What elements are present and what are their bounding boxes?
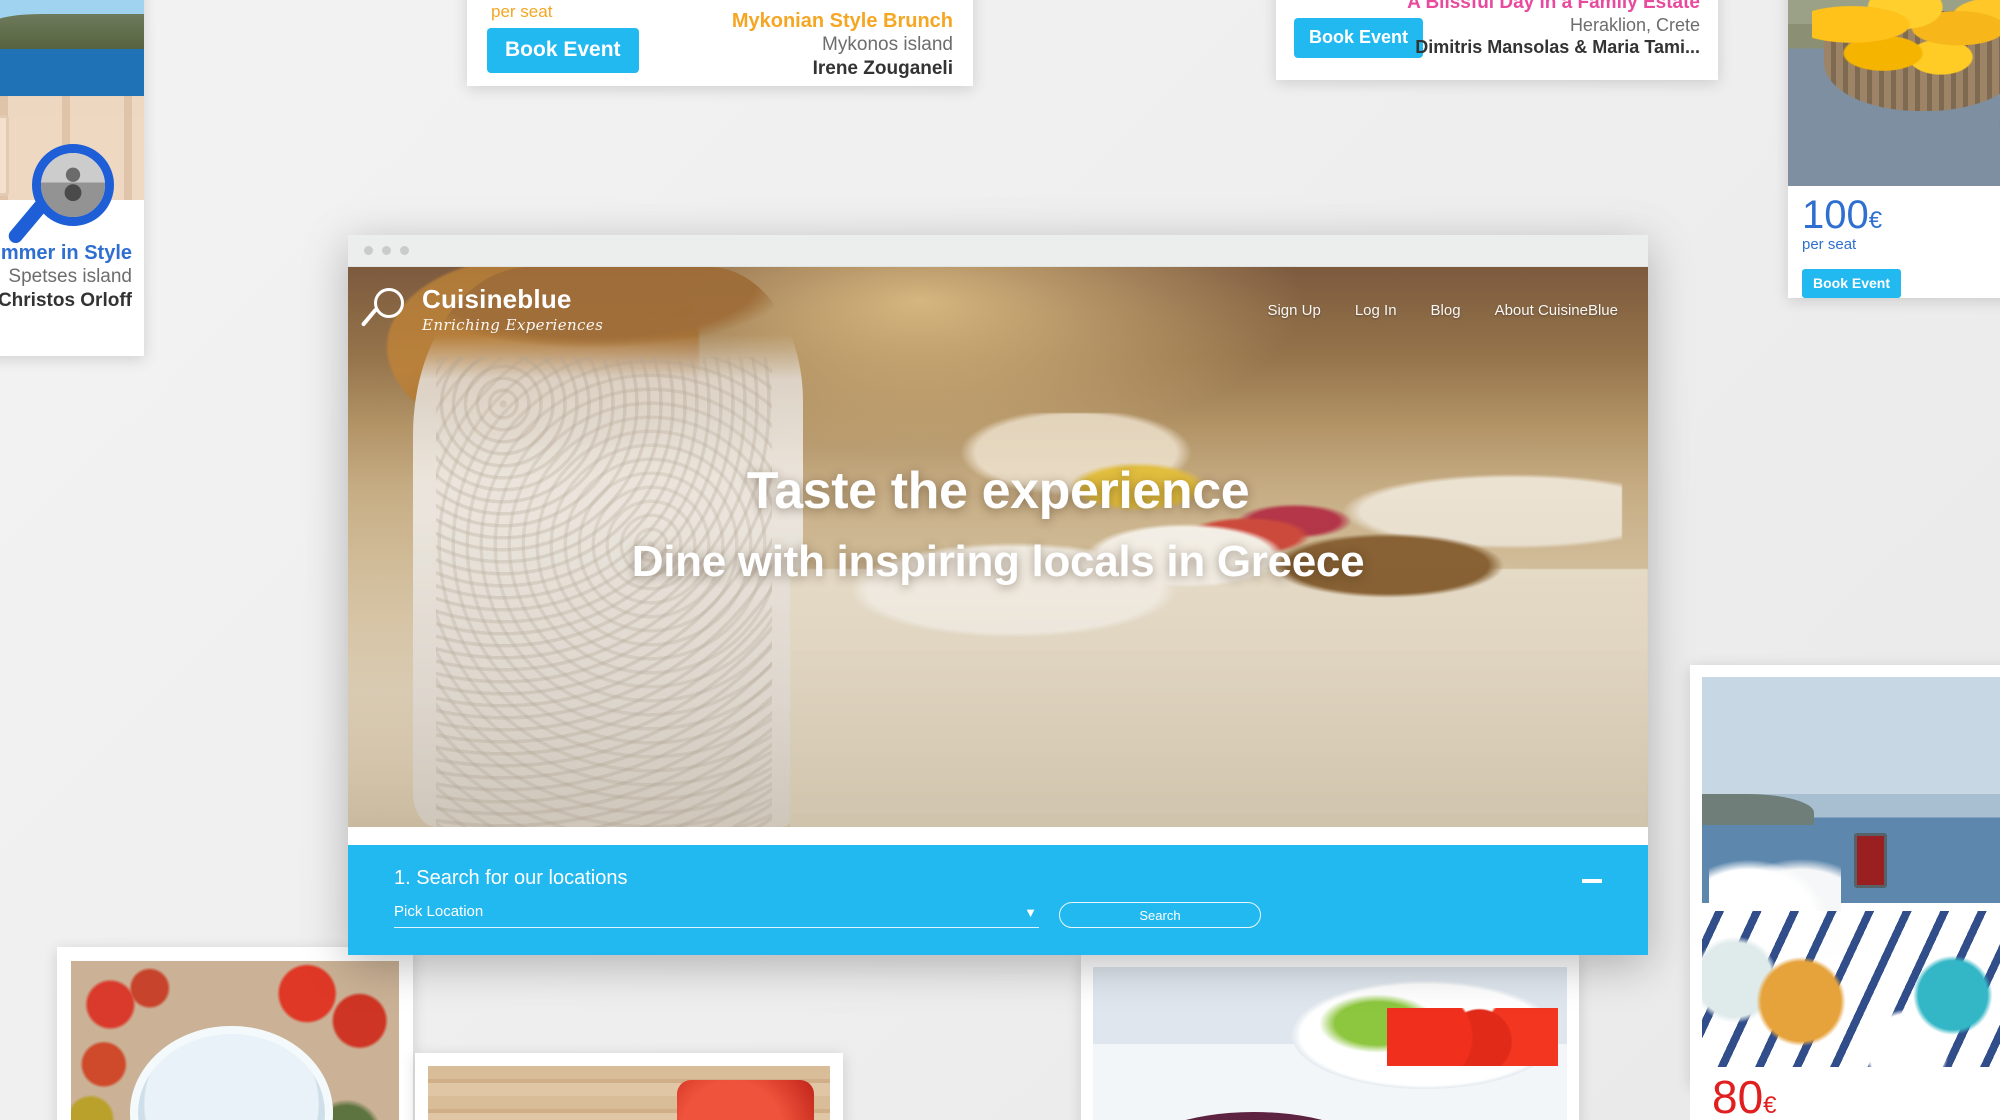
avatar-ring bbox=[32, 144, 114, 226]
nav-link-about[interactable]: About CuisineBlue bbox=[1495, 302, 1618, 319]
search-panel: 1. Search for our locations Pick Locatio… bbox=[348, 845, 1648, 955]
minus-icon[interactable] bbox=[1582, 879, 1602, 883]
search-button[interactable]: Search bbox=[1059, 902, 1261, 928]
card-body: Book Event A Blissful Day in a Family Es… bbox=[1276, 0, 1718, 80]
event-title: Organic Lunch, a Fea bbox=[1896, 232, 2000, 249]
price-currency: € bbox=[1763, 1092, 1777, 1119]
logo-text: Cuisineblue Enriching Experiences bbox=[422, 286, 603, 334]
search-panel-title: 1. Search for our locations bbox=[394, 867, 628, 889]
search-panel-row: Pick Location ▼ Search bbox=[394, 902, 1602, 928]
window-maximize-dot[interactable] bbox=[400, 246, 409, 255]
nav-link-log-in[interactable]: Log In bbox=[1355, 302, 1397, 319]
logo-name: Cuisineblue bbox=[422, 284, 572, 314]
magnifier-handle bbox=[360, 307, 378, 327]
photo-red-pot bbox=[677, 1079, 814, 1120]
logo-tagline: Enriching Experiences bbox=[422, 316, 604, 334]
book-event-button[interactable]: Book Event bbox=[1294, 18, 1424, 58]
event-card-mykonos[interactable]: per seat Book Event Mykonian Style Brunc… bbox=[467, 0, 973, 86]
hero-copy: Taste the experience Dine with inspiring… bbox=[348, 462, 1648, 587]
screenshot-stage: rate Summer in Style Spetses island Chri… bbox=[0, 0, 2000, 1120]
photo-cherry-tomatoes bbox=[1386, 1007, 1558, 1067]
nav-link-sign-up[interactable]: Sign Up bbox=[1267, 302, 1320, 319]
event-card-spetses[interactable]: rate Summer in Style Spetses island Chri… bbox=[0, 0, 144, 356]
price-value: 80 bbox=[1712, 1074, 1764, 1120]
book-event-button[interactable]: Book Event bbox=[487, 28, 639, 73]
card-photo-seaside-table bbox=[1702, 677, 2000, 1067]
site-logo[interactable]: Cuisineblue Enriching Experiences bbox=[360, 286, 603, 334]
hero-headline: Taste the experience bbox=[746, 462, 1250, 520]
price-amount: 100€ bbox=[1802, 193, 2000, 237]
window-close-dot[interactable] bbox=[364, 246, 373, 255]
card-photo-zucchini-flowers bbox=[1788, 0, 2000, 186]
event-location: Rethy bbox=[1896, 249, 2000, 265]
event-location: Spetses island bbox=[8, 266, 132, 287]
site-header: Cuisineblue Enriching Experiences Sign U… bbox=[348, 267, 1648, 353]
event-card-rethymno[interactable]: 100€ per seat Book Event Organic Lunch, … bbox=[1788, 0, 2000, 298]
photo-octopus bbox=[1130, 1111, 1378, 1120]
avatar-photo bbox=[41, 153, 105, 217]
browser-window: Cuisineblue Enriching Experiences Sign U… bbox=[348, 235, 1648, 955]
event-host: Christos Orloff bbox=[0, 289, 132, 311]
event-location: Heraklion, Crete bbox=[1569, 14, 1700, 35]
price-amount: 80€ bbox=[1690, 1074, 2000, 1120]
card-photo-wood-and-pot bbox=[428, 1066, 830, 1120]
book-event-button[interactable]: Book Event bbox=[1802, 269, 1902, 298]
location-select-value: Pick Location bbox=[394, 902, 484, 920]
event-card-octopus-plate[interactable] bbox=[1081, 955, 1579, 1120]
magnifier-icon bbox=[360, 286, 412, 334]
event-card-greek-salad[interactable] bbox=[57, 947, 413, 1120]
photo-headland bbox=[1702, 794, 1815, 826]
hero-subheadline: Dine with inspiring locals in Greece bbox=[631, 537, 1365, 587]
window-minimize-dot[interactable] bbox=[382, 246, 391, 255]
photo-greens bbox=[1992, 90, 2000, 162]
price-currency: € bbox=[1868, 207, 1883, 234]
event-card-crete[interactable]: Book Event A Blissful Day in a Family Es… bbox=[1276, 0, 1718, 80]
hero-section: Cuisineblue Enriching Experiences Sign U… bbox=[348, 267, 1648, 827]
event-title: A Blissful Day in a Family Estate bbox=[1407, 0, 1700, 13]
event-card-wooden-board[interactable] bbox=[415, 1053, 843, 1120]
card-photo-greek-salad bbox=[71, 961, 399, 1120]
event-host: Ma bbox=[1896, 265, 2000, 281]
photo-flowers bbox=[1812, 0, 2000, 82]
photo-plates bbox=[1702, 911, 2000, 1067]
card-body: per seat Book Event Mykonian Style Brunc… bbox=[467, 0, 973, 86]
magnifier-lens bbox=[374, 288, 404, 318]
event-host: Dimitris Mansolas & Maria Tami... bbox=[1415, 37, 1700, 58]
browser-chrome-bar bbox=[348, 235, 1648, 267]
magnifier-avatar bbox=[5, 144, 118, 256]
event-card-seaside-price-block[interactable]: 80€ bbox=[1690, 1074, 2000, 1120]
price-per-seat-label: per seat bbox=[491, 2, 553, 21]
event-location: Mykonos island bbox=[822, 34, 953, 55]
search-panel-header: 1. Search for our locations bbox=[394, 867, 1602, 890]
event-card-seaside-table[interactable] bbox=[1690, 665, 2000, 1085]
primary-nav: Sign Up Log In Blog About CuisineBlue bbox=[1267, 302, 1618, 319]
price-value: 100 bbox=[1802, 193, 1869, 237]
chevron-down-icon: ▼ bbox=[1024, 904, 1037, 920]
card-photo-octopus bbox=[1093, 967, 1567, 1120]
location-select[interactable]: Pick Location ▼ bbox=[394, 903, 1039, 928]
event-title: Mykonian Style Brunch bbox=[731, 10, 953, 32]
nav-link-blog[interactable]: Blog bbox=[1431, 302, 1461, 319]
photo-lantern bbox=[1853, 833, 1887, 888]
event-host: Irene Zouganeli bbox=[812, 57, 953, 79]
